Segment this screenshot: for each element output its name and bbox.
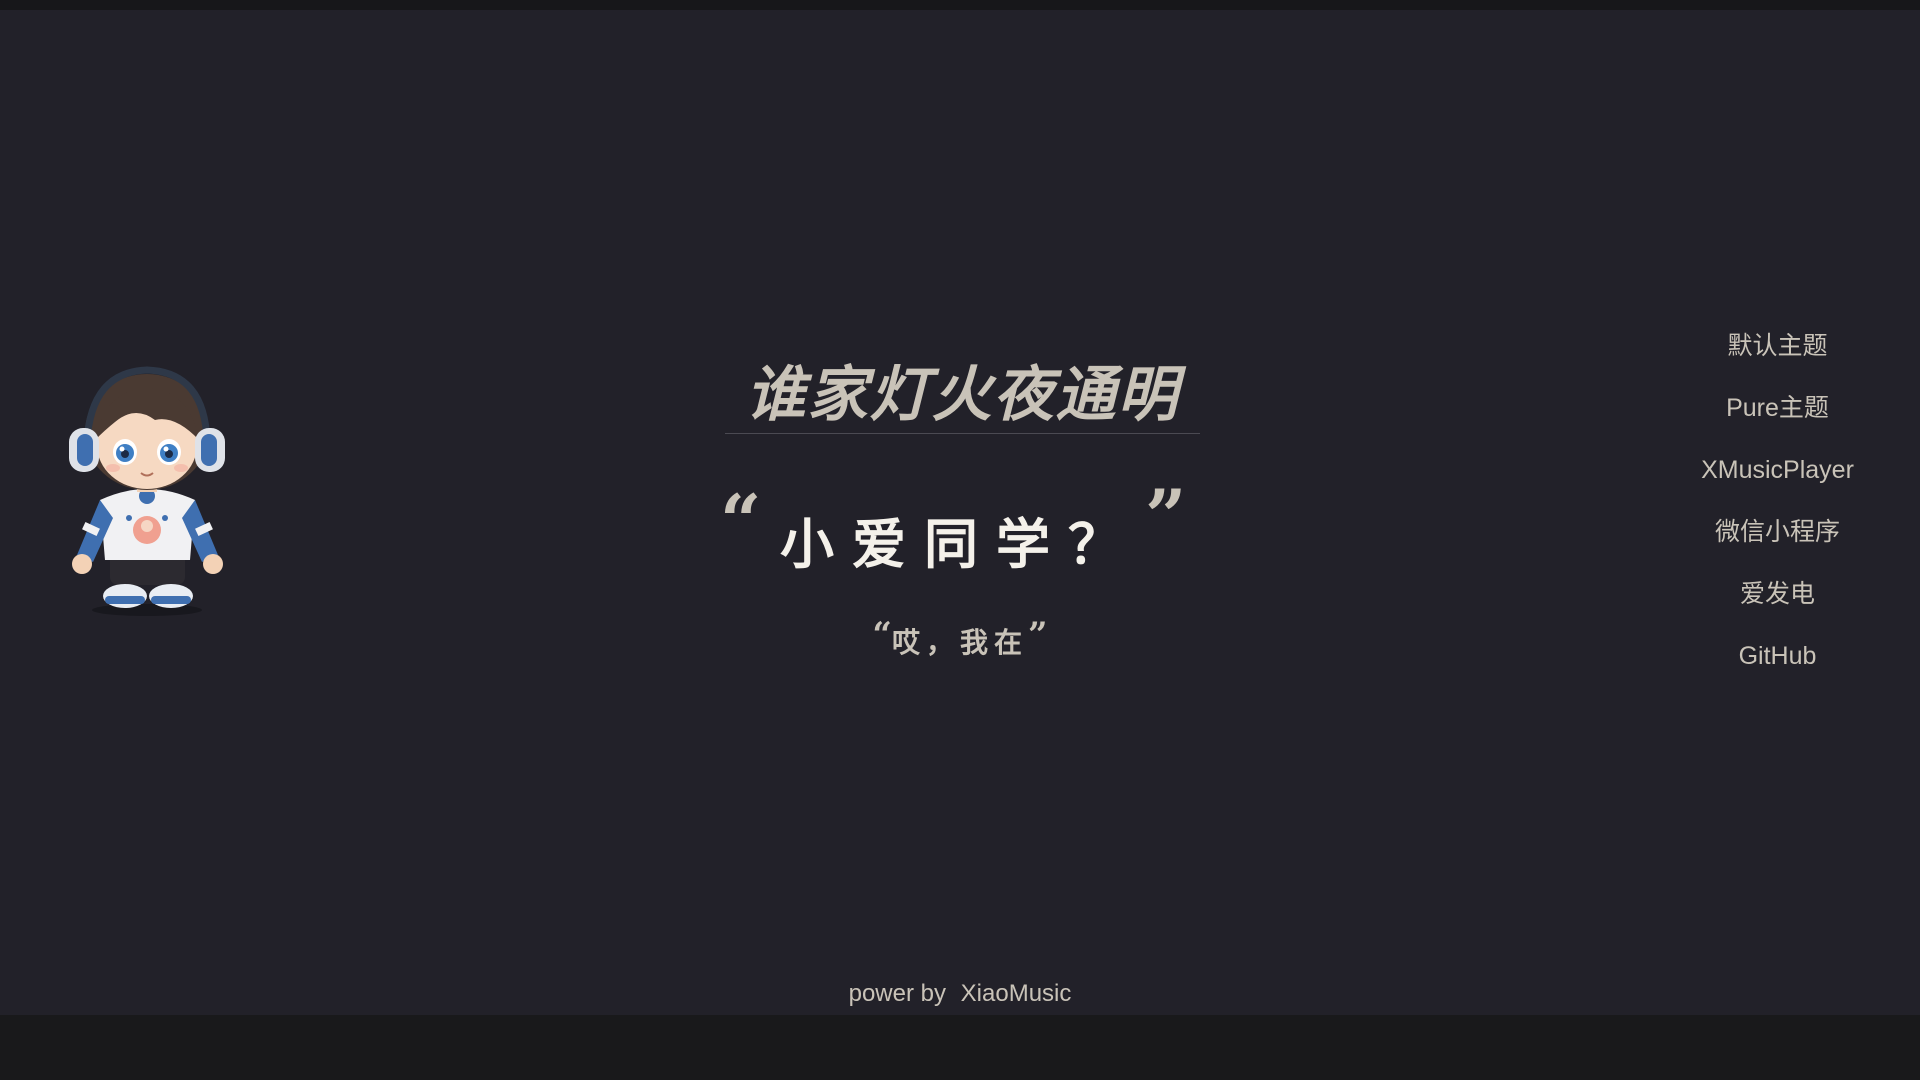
menu-item-wechat-miniprogram[interactable]: 微信小程序 — [1640, 501, 1915, 563]
menu-item-pure-theme[interactable]: Pure主题 — [1640, 377, 1915, 439]
answer-close-quote: ” — [1028, 615, 1048, 655]
menu-item-github[interactable]: GitHub — [1640, 625, 1915, 687]
open-quote-mark: “ — [720, 478, 762, 563]
footer: power by XiaoMusic — [760, 978, 1160, 1010]
close-quote-mark: ” — [1145, 473, 1187, 558]
answer-text: 哎，我在 — [891, 626, 1028, 659]
menu-item-xmusicplayer[interactable]: XMusicPlayer — [1640, 439, 1915, 501]
answer-open-quote: “ — [872, 615, 892, 655]
title-divider — [725, 433, 1200, 434]
hero-section: 谁家灯火夜通明 “ 小爱同学？ ” “哎，我在” — [700, 355, 1220, 675]
top-strip — [0, 0, 1920, 10]
mascot-icon — [69, 366, 225, 616]
mascot-illustration — [55, 360, 240, 620]
wake-word-question: 小爱同学？ — [780, 513, 1140, 576]
theme-menu: 默认主题 Pure主题 XMusicPlayer 微信小程序 爱发电 GitHu… — [1640, 315, 1915, 687]
menu-item-afdian[interactable]: 爱发电 — [1640, 563, 1915, 625]
menu-item-default-theme[interactable]: 默认主题 — [1640, 315, 1915, 377]
wake-word-answer: “哎，我在” — [800, 610, 1120, 668]
footer-prefix: power by — [848, 980, 946, 1007]
bottom-bar — [0, 1015, 1920, 1080]
page-title: 谁家灯火夜通明 — [745, 360, 1180, 430]
footer-xiaomusic-link[interactable]: XiaoMusic — [961, 980, 1072, 1007]
